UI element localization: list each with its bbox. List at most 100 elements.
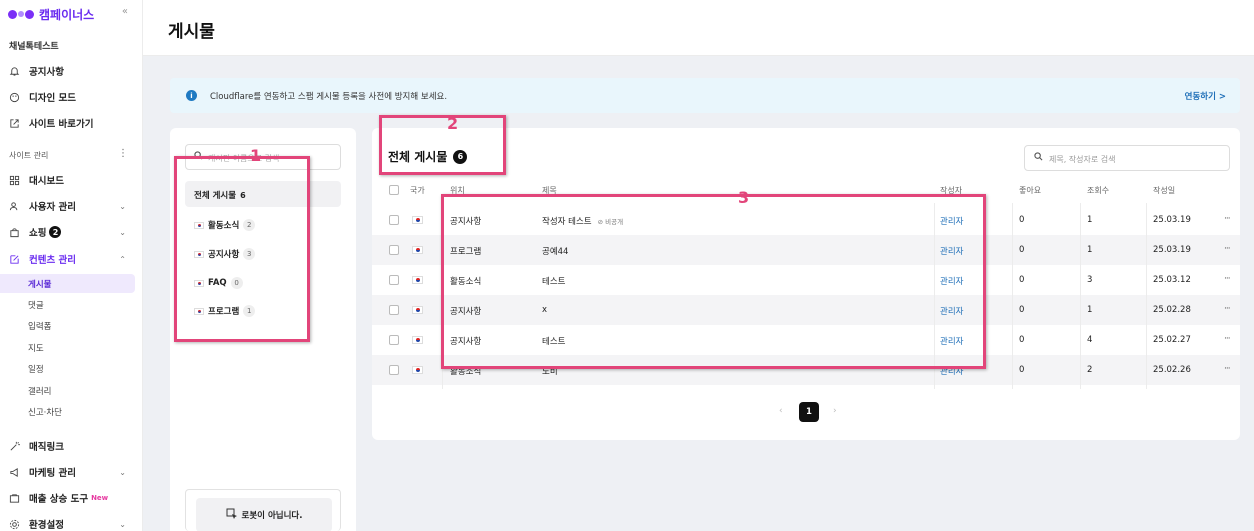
row-more-icon[interactable]: ··· [1224, 364, 1231, 374]
korea-flag-icon [412, 306, 423, 314]
sidebar-item-label: 대시보드 [29, 176, 64, 187]
sidebar-item-shopping[interactable]: 쇼핑 2 ⌄ [0, 222, 142, 242]
select-all-checkbox[interactable] [389, 185, 399, 195]
row-date: 25.02.26 [1153, 365, 1191, 375]
korea-flag-icon [412, 336, 423, 344]
logo-text: 캠페이너스 [39, 7, 95, 22]
sidebar-item-label: 사용자 관리 [29, 202, 77, 213]
sidebar-item-label: 마케팅 관리 [29, 468, 77, 479]
row-likes: 0 [1019, 245, 1025, 255]
sidebar-item-content[interactable]: 컨텐츠 관리 ⌃ [0, 249, 142, 269]
column-header-date: 작성일 [1153, 186, 1176, 195]
new-tag: New [91, 494, 109, 502]
grid-icon [8, 174, 20, 186]
korea-flag-icon [412, 366, 423, 374]
sub-item-map[interactable]: 지도 [28, 342, 44, 354]
row-views: 4 [1087, 335, 1093, 345]
korea-flag-icon [412, 216, 423, 224]
banner-text: Cloudflare를 연동하고 스팸 게시물 등록을 사전에 방지해 보세요. [210, 92, 448, 102]
page-button-current[interactable]: 1 [799, 402, 819, 422]
logo[interactable]: 캠페이너스 « [8, 6, 138, 22]
chevron-down-icon: ⌄ [119, 201, 126, 211]
sub-item-forms[interactable]: 입력폼 [28, 320, 51, 332]
sidebar-item-label: 환경설정 [29, 520, 64, 531]
annotation-number-2: 2 [447, 114, 459, 133]
column-header-likes: 좋아요 [1019, 186, 1042, 195]
row-more-icon[interactable]: ··· [1224, 274, 1231, 284]
sidebar-item-design-mode[interactable]: 디자인 모드 [0, 87, 142, 107]
cursor-click-icon [226, 508, 238, 523]
captcha-box: 로봇이 아닙니다. [185, 489, 341, 531]
column-divider [1012, 203, 1013, 389]
pagination: ‹ 1 › [372, 400, 1240, 424]
users-icon [8, 200, 20, 212]
row-views: 2 [1087, 365, 1093, 375]
row-more-icon[interactable]: ··· [1224, 304, 1231, 314]
sidebar-item-label: 공지사항 [29, 67, 64, 78]
chevron-up-icon: ⌃ [119, 254, 126, 264]
captcha-button[interactable]: 로봇이 아닙니다. [196, 498, 332, 531]
section-more-icon[interactable]: ⋮ [118, 148, 128, 159]
row-more-icon[interactable]: ··· [1224, 214, 1231, 224]
sidebar-item-dashboard[interactable]: 대시보드 [0, 170, 142, 190]
sidebar-item-magic-link[interactable]: 매직링크 [0, 436, 142, 456]
chevron-down-icon: ⌄ [119, 519, 126, 529]
row-date: 25.03.19 [1153, 245, 1191, 255]
tool-icon [8, 492, 20, 504]
chevron-down-icon: ⌄ [119, 467, 126, 477]
next-page-icon[interactable]: › [833, 406, 837, 416]
annotation-box-1 [174, 156, 310, 342]
row-likes: 0 [1019, 275, 1025, 285]
sub-item-comments[interactable]: 댓글 [28, 299, 44, 311]
column-header-views: 조회수 [1087, 186, 1110, 195]
sub-item-posts[interactable]: 게시물 [28, 278, 51, 290]
sub-item-report-block[interactable]: 신고·차단 [28, 406, 62, 418]
cloudflare-banner: i Cloudflare를 연동하고 스팸 게시물 등록을 사전에 방지해 보세… [170, 78, 1240, 113]
sidebar-item-label: 컨텐츠 관리 [29, 255, 77, 266]
notification-badge: 2 [49, 226, 62, 238]
topbar: 게시물 [143, 0, 1254, 56]
collapse-sidebar-icon[interactable]: « [122, 6, 128, 17]
prev-page-icon[interactable]: ‹ [779, 406, 783, 416]
row-views: 3 [1087, 275, 1093, 285]
sidebar-item-label: 쇼핑 [29, 228, 47, 239]
chevron-down-icon: ⌄ [119, 227, 126, 237]
column-divider [1146, 203, 1147, 389]
row-likes: 0 [1019, 365, 1025, 375]
connect-link[interactable]: 연동하기 > [1185, 90, 1226, 102]
sub-item-gallery[interactable]: 갤러리 [28, 385, 51, 397]
row-more-icon[interactable]: ··· [1224, 244, 1231, 254]
row-checkbox[interactable] [389, 305, 399, 315]
column-divider [1080, 203, 1081, 389]
row-more-icon[interactable]: ··· [1224, 334, 1231, 344]
row-date: 25.02.28 [1153, 305, 1191, 315]
logo-mark-icon [8, 9, 35, 19]
row-views: 1 [1087, 245, 1093, 255]
posts-search-input[interactable]: 제목, 작성자로 검색 [1024, 145, 1230, 171]
column-header-country: 국가 [410, 186, 425, 195]
sidebar-item-users[interactable]: 사용자 관리 ⌄ [0, 196, 142, 216]
korea-flag-icon [412, 246, 423, 254]
row-views: 1 [1087, 215, 1093, 225]
row-checkbox[interactable] [389, 365, 399, 375]
sidebar-item-notice[interactable]: 공지사항 [0, 61, 142, 81]
sub-item-active-bg [0, 274, 135, 293]
row-checkbox[interactable] [389, 245, 399, 255]
sub-item-schedule[interactable]: 일정 [28, 363, 44, 375]
gear-icon [8, 518, 20, 530]
external-link-icon [8, 117, 20, 129]
sidebar-item-visit-site[interactable]: 사이트 바로가기 [0, 113, 142, 133]
row-checkbox[interactable] [389, 275, 399, 285]
sidebar-item-label: 사이트 바로가기 [29, 119, 94, 130]
annotation-number-1: 1 [250, 146, 262, 165]
row-likes: 0 [1019, 215, 1025, 225]
channel-name: 채널톡테스트 [9, 42, 59, 52]
bag-icon [8, 226, 20, 238]
row-date: 25.03.19 [1153, 215, 1191, 225]
sidebar-item-settings[interactable]: 환경설정 ⌄ [0, 514, 142, 531]
sidebar-item-sales-tools[interactable]: 매출 상승 도구 New [0, 488, 142, 508]
row-checkbox[interactable] [389, 335, 399, 345]
row-checkbox[interactable] [389, 215, 399, 225]
sidebar-item-marketing[interactable]: 마케팅 관리 ⌄ [0, 462, 142, 482]
bell-icon [8, 65, 20, 77]
